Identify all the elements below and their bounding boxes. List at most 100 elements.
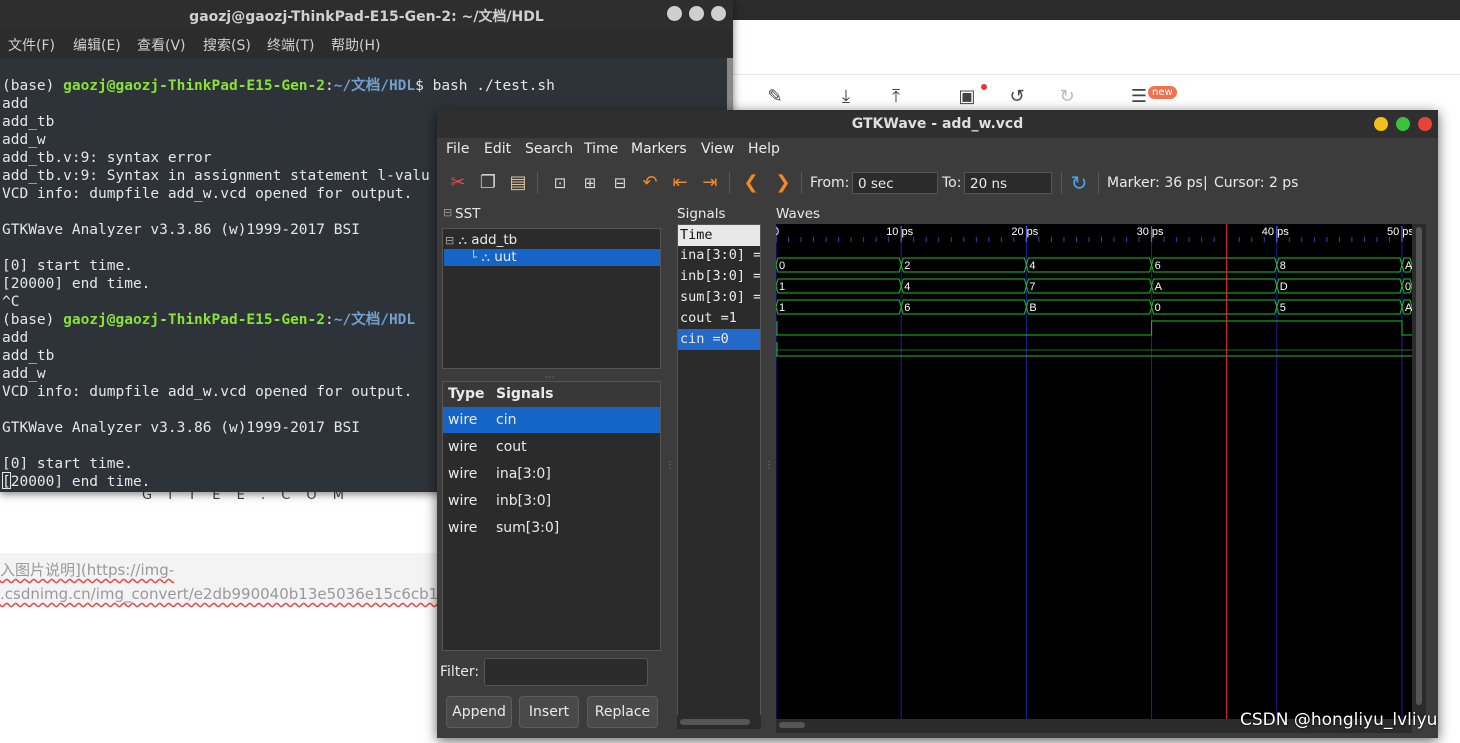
waves-pane[interactable]: 0 10 ps 20 ps 30 ps 40 ps 50 ps 0 2 4 6 8 A 1 4 7 A D 0 1 6…	[776, 224, 1412, 719]
tree-label: uut	[494, 249, 517, 265]
signal-list-row[interactable]: wire sum[3:0]	[443, 515, 660, 541]
zoom-out-icon[interactable]: ⊟	[609, 172, 631, 194]
signal-list-row[interactable]: wire ina[3:0]	[443, 461, 660, 487]
menu-view[interactable]: View	[701, 141, 734, 157]
waves-vscroll-thumb[interactable]	[1416, 227, 1422, 705]
signal-row-time[interactable]: Time	[678, 225, 760, 246]
menu-view[interactable]: 查看(V)	[137, 35, 186, 55]
signals-label: Signals	[677, 206, 726, 222]
bus-value-label: 4	[904, 281, 910, 293]
bus-value-label: 1	[779, 281, 785, 293]
signal-name: ina[3:0]	[496, 466, 551, 482]
redo-icon[interactable]: ↻	[1056, 86, 1078, 108]
menu-time[interactable]: Time	[584, 141, 618, 157]
bus-segment	[900, 299, 1027, 315]
menu-edit[interactable]: Edit	[484, 141, 511, 157]
maximize-button[interactable]	[1396, 117, 1410, 131]
gtkwave-titlebar[interactable]: GTKWave - add_w.vcd	[437, 110, 1438, 138]
toolbar-separator	[1098, 172, 1099, 194]
waves-label: Waves	[776, 206, 821, 222]
zoom-fit-icon[interactable]: ⊡	[549, 172, 571, 194]
signal-row-cout[interactable]: cout =1	[678, 308, 760, 329]
tree-expander-icon[interactable]: ⊟	[445, 234, 454, 247]
signals-hscroll-thumb[interactable]	[680, 719, 750, 725]
menu-file[interactable]: 文件(F)	[8, 35, 55, 55]
signal-name: cin	[496, 412, 517, 428]
copy-icon[interactable]: ❐	[477, 172, 499, 194]
undo-icon[interactable]: ↺	[1006, 86, 1028, 108]
to-label: To:	[942, 175, 962, 191]
signal-list-row[interactable]: wire cout	[443, 434, 660, 460]
menu-help[interactable]: Help	[748, 141, 780, 157]
zoom-start-icon[interactable]: ⇤	[669, 172, 691, 194]
close-button[interactable]	[1418, 117, 1432, 131]
menu-search[interactable]: 搜索(S)	[203, 35, 251, 55]
save-icon[interactable]: ▣	[956, 86, 978, 108]
bus-value-label: 2	[904, 260, 910, 272]
readout-separator: |	[1203, 175, 1208, 191]
append-button[interactable]: Append	[446, 696, 512, 728]
sst-tree[interactable]: ⊟ ⛬ add_tb └ ⛬ uut	[442, 228, 661, 369]
bus-segment	[900, 278, 1027, 294]
undo-zoom-icon[interactable]: ↶	[639, 172, 661, 194]
bus-segment	[1025, 257, 1153, 273]
signals-pane[interactable]: Time ina[3:0] =6 inb[3:0] =A sum[3:0] =0…	[677, 224, 761, 729]
next-edge-icon[interactable]: ❯	[772, 172, 794, 194]
template-icon[interactable]: ☰	[1128, 86, 1150, 108]
minimize-button[interactable]	[667, 6, 682, 21]
menu-help[interactable]: 帮助(H)	[331, 35, 380, 55]
signal-list-row[interactable]: wire inb[3:0]	[443, 488, 660, 514]
prev-edge-icon[interactable]: ❮	[740, 172, 762, 194]
menu-terminal[interactable]: 终端(T)	[267, 35, 314, 55]
signal-row-inb[interactable]: inb[3:0] =A	[678, 266, 760, 287]
toolbar-separator	[729, 172, 730, 194]
bus-value-label: 0	[1155, 302, 1161, 314]
column-type[interactable]: Type	[448, 386, 485, 402]
tree-node-add-tb[interactable]: ⊟ ⛬ add_tb	[445, 232, 660, 249]
gtkwave-title: GTKWave - add_w.vcd	[851, 116, 1024, 132]
terminal-scroll-thumb[interactable]	[727, 58, 733, 118]
pane-grip[interactable]: ⋮	[665, 460, 675, 471]
signal-row-cin[interactable]: cin =0	[678, 329, 760, 350]
waveform-canvas[interactable]: 0 10 ps 20 ps 30 ps 40 ps 50 ps 0 2 4 6 8 A 1 4 7 A D 0 1 6…	[776, 224, 1412, 719]
zoom-in-icon[interactable]: ⊞	[579, 172, 601, 194]
cut-icon[interactable]: ✂	[447, 172, 469, 194]
bus-segment	[776, 278, 902, 294]
signal-type: wire	[448, 466, 478, 482]
signal-type-list[interactable]: Type Signals wire cin wire cout wire ina[3:0]…	[442, 381, 661, 651]
erase-icon[interactable]: ✎	[764, 86, 786, 108]
signal-list-row[interactable]: wire cin	[443, 407, 660, 433]
reload-icon[interactable]: ↻	[1068, 172, 1090, 194]
zoom-end-icon[interactable]: ⇥	[699, 172, 721, 194]
gtkwave-toolbar: ✂ ❐ ▤ ⊡ ⊞ ⊟ ↶ ⇤ ⇥ ❮ ❯ From: 0 sec To: 20…	[437, 166, 1438, 200]
upload-icon[interactable]: ⤒	[885, 86, 907, 108]
menu-markers[interactable]: Markers	[631, 141, 687, 157]
time-axis-strip	[776, 224, 1412, 242]
signal-row-sum[interactable]: sum[3:0] =0	[678, 287, 760, 308]
paste-icon[interactable]: ▤	[507, 172, 529, 194]
replace-button[interactable]: Replace	[587, 696, 658, 728]
minimize-button[interactable]	[1374, 117, 1388, 131]
menu-search[interactable]: Search	[525, 141, 573, 157]
tree-node-uut[interactable]: └ ⛬ uut	[444, 249, 660, 266]
filter-input[interactable]	[484, 658, 648, 686]
bus-segment	[1025, 299, 1153, 315]
insert-button[interactable]: Insert	[519, 696, 579, 728]
bus-value-label: 8	[1280, 260, 1286, 272]
toolbar-separator	[1061, 172, 1062, 194]
bus-value-label: A	[1405, 260, 1412, 272]
menu-edit[interactable]: 编辑(E)	[73, 35, 121, 55]
column-signals[interactable]: Signals	[496, 386, 553, 402]
sst-collapse-icon[interactable]: ⊟	[443, 206, 452, 219]
menu-file[interactable]: File	[446, 141, 469, 157]
close-button[interactable]	[711, 6, 726, 21]
maximize-button[interactable]	[689, 6, 704, 21]
signal-type: wire	[448, 412, 478, 428]
download-icon[interactable]: ⤓	[835, 86, 857, 108]
signal-row-ina[interactable]: ina[3:0] =6	[678, 245, 760, 266]
from-input[interactable]: 0 sec	[852, 172, 938, 194]
waves-hscroll-thumb[interactable]	[779, 722, 805, 728]
terminal-titlebar[interactable]: gaozj@gaozj-ThinkPad-E15-Gen-2: ~/文档/HDL	[0, 0, 733, 30]
pane-grip[interactable]: ⋮	[764, 460, 774, 471]
to-input[interactable]: 20 ns	[964, 172, 1052, 194]
